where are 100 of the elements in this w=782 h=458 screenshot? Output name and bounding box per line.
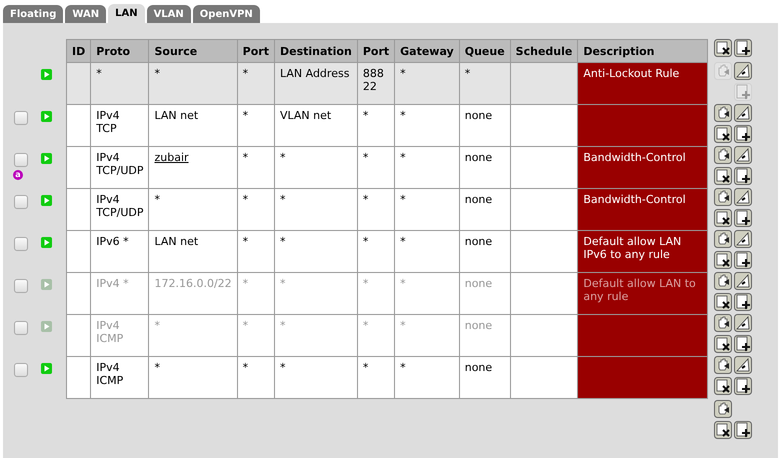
table-cell: * [274, 146, 358, 188]
table-cell: LAN Address [274, 62, 358, 104]
table-cell [510, 104, 578, 146]
delete-icon[interactable] [714, 335, 732, 353]
table-cell: * [394, 272, 460, 314]
table-cell: 172.16.0.0/22 [148, 272, 238, 314]
add-icon[interactable] [734, 125, 752, 143]
edit-icon[interactable] [734, 314, 752, 332]
column-header: Destination [274, 40, 358, 62]
table-cell [510, 314, 578, 356]
table-cell: * [394, 104, 460, 146]
add-icon[interactable] [734, 39, 752, 57]
table-cell: IPv4 ICMP [90, 314, 149, 356]
row-checkbox[interactable] [14, 279, 28, 293]
table-cell: none [459, 104, 510, 146]
table-cell: * [357, 146, 395, 188]
tab[interactable]: WAN [65, 5, 106, 23]
column-header: Port [237, 40, 274, 62]
column-header: Description [578, 40, 708, 62]
table-cell: none [459, 356, 510, 398]
description-cell: Default allow LAN to any rule [578, 272, 708, 314]
table-cell: * [148, 188, 238, 230]
hand-icon[interactable] [714, 314, 732, 332]
tab[interactable]: Floating [3, 5, 64, 23]
table-cell: * [237, 104, 274, 146]
delete-icon[interactable] [714, 421, 732, 439]
tab[interactable]: OpenVPN [192, 5, 260, 23]
delete-icon[interactable] [714, 377, 732, 395]
column-header: ID [66, 40, 91, 62]
advanced-badge: a [13, 170, 23, 180]
table-cell: * [357, 272, 395, 314]
row-checkbox[interactable] [14, 321, 28, 335]
table-cell: IPv6 * [90, 230, 149, 272]
table-cell: IPv4 ICMP [90, 356, 149, 398]
add-icon[interactable] [734, 335, 752, 353]
edit-icon[interactable] [734, 188, 752, 206]
row-checkbox[interactable] [14, 153, 28, 167]
table-cell: * [237, 188, 274, 230]
row-checkbox[interactable] [14, 237, 28, 251]
table-cell: none [459, 230, 510, 272]
table-cell: none [459, 314, 510, 356]
hand-icon[interactable] [714, 356, 732, 374]
delete-icon[interactable] [714, 251, 732, 269]
delete-icon[interactable] [714, 125, 732, 143]
row-checkbox[interactable] [14, 195, 28, 209]
add-icon[interactable] [734, 209, 752, 227]
table-cell: IPv4 TCP/UDP [90, 146, 149, 188]
table-cell: VLAN net [274, 104, 358, 146]
delete-icon[interactable] [714, 39, 732, 57]
add-icon[interactable] [734, 421, 752, 439]
hand-icon[interactable] [714, 188, 732, 206]
delete-icon[interactable] [714, 209, 732, 227]
table-cell: * [394, 146, 460, 188]
edit-icon[interactable] [734, 272, 752, 290]
row-checkbox[interactable] [14, 111, 28, 125]
table-cell [510, 230, 578, 272]
table-cell: none [459, 146, 510, 188]
hand-icon[interactable] [714, 400, 732, 418]
delete-icon[interactable] [714, 293, 732, 311]
edit-icon[interactable] [734, 356, 752, 374]
table-cell: * [237, 230, 274, 272]
table-cell: * [394, 62, 460, 104]
table-cell: * [394, 230, 460, 272]
table-cell: * [148, 356, 238, 398]
table-cell [510, 146, 578, 188]
table-cell: * [357, 230, 395, 272]
hand-icon[interactable] [714, 146, 732, 164]
hand-icon[interactable] [714, 272, 732, 290]
table-cell: * [394, 356, 460, 398]
tab[interactable]: LAN [108, 4, 145, 23]
hand-icon[interactable] [714, 230, 732, 248]
table-cell: * [357, 314, 395, 356]
hand-icon[interactable] [714, 104, 732, 122]
table-cell: * [237, 314, 274, 356]
table-cell: none [459, 188, 510, 230]
table-cell: * [357, 188, 395, 230]
add-icon[interactable] [734, 167, 752, 185]
add-icon[interactable] [734, 251, 752, 269]
row-checkbox[interactable] [14, 363, 28, 377]
tab[interactable]: VLAN [146, 5, 191, 23]
table-cell: * [237, 146, 274, 188]
table-cell: * [459, 62, 510, 104]
description-cell: Bandwidth-Control [578, 146, 708, 188]
edit-icon[interactable] [734, 230, 752, 248]
add-icon[interactable] [734, 377, 752, 395]
table-cell: none [459, 272, 510, 314]
edit-icon[interactable] [734, 104, 752, 122]
table-cell: * [357, 104, 395, 146]
table-cell [510, 272, 578, 314]
table-cell: * [237, 356, 274, 398]
delete-icon[interactable] [714, 167, 732, 185]
add-icon[interactable] [734, 293, 752, 311]
edit-icon[interactable] [734, 146, 752, 164]
edit-icon[interactable] [734, 62, 752, 80]
alias-link[interactable]: zubair [154, 151, 189, 164]
description-cell: Anti-Lockout Rule [578, 62, 708, 104]
column-header: Queue [459, 40, 510, 62]
table-cell: * [148, 314, 238, 356]
column-header: Gateway [394, 40, 460, 62]
table-cell: * [274, 356, 358, 398]
